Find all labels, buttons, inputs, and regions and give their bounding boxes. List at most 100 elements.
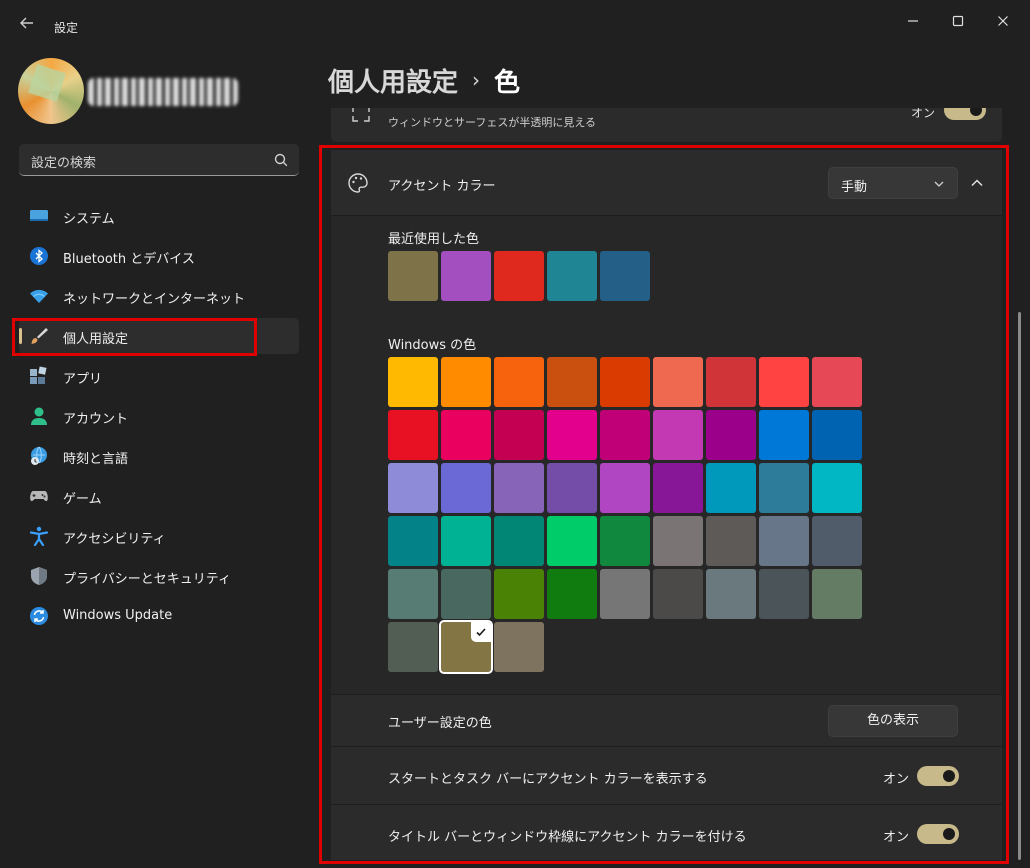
sidebar-item-windows-update[interactable]: Windows Update [19,598,299,634]
accessibility-icon [29,526,49,546]
back-arrow-icon[interactable] [16,14,38,36]
breadcrumb-parent[interactable]: 個人用設定 [328,62,458,99]
scrollbar[interactable] [1018,312,1021,860]
app-title: 設定 [54,21,79,35]
color-swatch[interactable] [547,251,597,301]
color-swatch[interactable] [441,251,491,301]
color-swatch[interactable] [547,357,597,407]
titlebar-accent-state: オン [883,830,910,845]
sidebar-item-label: アプリ [63,372,103,387]
color-swatch[interactable] [439,620,493,674]
titlebar-accent-row: タイトル バーとウィンドウ枠線にアクセント カラーを付ける オン [331,804,1002,860]
checkmark-icon [471,622,491,642]
color-swatch[interactable] [388,569,438,619]
color-swatch[interactable] [812,516,862,566]
user-profile[interactable] [18,58,238,126]
color-swatch[interactable] [600,357,650,407]
transparency-state: オン [911,108,936,120]
palette-icon [348,173,368,193]
windows-colors-label: Windows の色 [388,338,477,353]
color-swatch[interactable] [653,516,703,566]
transparency-toggle[interactable] [944,108,986,120]
color-swatch[interactable] [494,622,544,672]
color-swatch[interactable] [706,410,756,460]
color-swatch[interactable] [441,410,491,460]
accent-mode-value: 手動 [841,180,868,195]
color-swatch[interactable] [759,569,809,619]
custom-color-row: ユーザー設定の色 色の表示 [331,694,1002,746]
color-swatch[interactable] [812,357,862,407]
color-swatch[interactable] [653,569,703,619]
title-bar: 設定 [0,0,1030,48]
color-swatch[interactable] [494,251,544,301]
color-swatch[interactable] [494,516,544,566]
color-swatch[interactable] [494,410,544,460]
search-icon[interactable] [273,152,289,168]
color-swatch[interactable] [388,251,438,301]
custom-color-label: ユーザー設定の色 [388,716,492,731]
sidebar-item-label: プライバシーとセキュリティ [63,572,231,587]
search-input[interactable]: 設定の検索 [19,144,299,176]
sidebar-item-accessibility[interactable]: アクセシビリティ [19,518,299,554]
color-swatch[interactable] [759,516,809,566]
chevron-up-icon[interactable] [968,174,986,192]
color-swatch[interactable] [653,357,703,407]
color-swatch[interactable] [759,410,809,460]
accent-color-panel: アクセント カラー 手動 最近使用した色 Windows の色 ユーザー設定の色… [331,150,1002,860]
sidebar-item-label: Windows Update [63,608,173,623]
sidebar-item-accounts[interactable]: アカウント [19,398,299,434]
color-swatch[interactable] [547,569,597,619]
breadcrumb-separator: › [472,68,481,92]
color-swatch[interactable] [600,463,650,513]
color-swatch[interactable] [494,463,544,513]
color-swatch[interactable] [388,622,438,672]
start-taskbar-accent-toggle[interactable] [917,766,959,786]
sidebar-item-bluetooth[interactable]: Bluetooth とデバイス [19,238,299,274]
minimize-icon[interactable] [890,6,936,36]
accent-mode-dropdown[interactable]: 手動 [828,167,958,199]
color-swatch[interactable] [547,410,597,460]
sidebar-item-network[interactable]: ネットワークとインターネット [19,278,299,314]
color-swatch[interactable] [600,410,650,460]
color-swatch[interactable] [653,410,703,460]
close-icon[interactable] [980,6,1026,36]
color-swatch[interactable] [812,410,862,460]
sidebar-item-gaming[interactable]: ゲーム [19,478,299,514]
sidebar-item-personalization[interactable]: 個人用設定 [19,318,299,354]
accent-color-title: アクセント カラー [388,179,496,194]
color-swatch[interactable] [547,516,597,566]
color-swatch[interactable] [494,357,544,407]
maximize-icon[interactable] [935,6,981,36]
color-swatch[interactable] [388,410,438,460]
color-swatch[interactable] [494,569,544,619]
sidebar-item-privacy[interactable]: プライバシーとセキュリティ [19,558,299,594]
accent-color-header[interactable]: アクセント カラー 手動 [331,150,1002,216]
sidebar-item-time-language[interactable]: 時刻と言語 [19,438,299,474]
sidebar-item-apps[interactable]: アプリ [19,358,299,394]
color-swatch[interactable] [441,516,491,566]
sidebar-item-system[interactable]: システム [19,198,299,234]
color-swatch[interactable] [812,569,862,619]
color-swatch[interactable] [706,463,756,513]
color-swatch[interactable] [388,516,438,566]
color-swatch[interactable] [759,357,809,407]
color-swatch[interactable] [706,516,756,566]
color-swatch[interactable] [706,569,756,619]
color-swatch[interactable] [600,516,650,566]
color-swatch[interactable] [653,463,703,513]
color-swatch[interactable] [388,463,438,513]
view-colors-button[interactable]: 色の表示 [828,705,958,737]
color-swatch[interactable] [812,463,862,513]
color-swatch[interactable] [706,357,756,407]
color-swatch[interactable] [441,569,491,619]
color-swatch[interactable] [759,463,809,513]
color-swatch[interactable] [441,463,491,513]
color-swatch[interactable] [547,463,597,513]
color-swatch[interactable] [388,357,438,407]
time-language-icon [31,446,47,465]
color-swatch[interactable] [600,569,650,619]
sidebar-item-label: ネットワークとインターネット [63,292,246,307]
color-swatch[interactable] [441,357,491,407]
titlebar-accent-toggle[interactable] [917,824,959,844]
color-swatch[interactable] [600,251,650,301]
